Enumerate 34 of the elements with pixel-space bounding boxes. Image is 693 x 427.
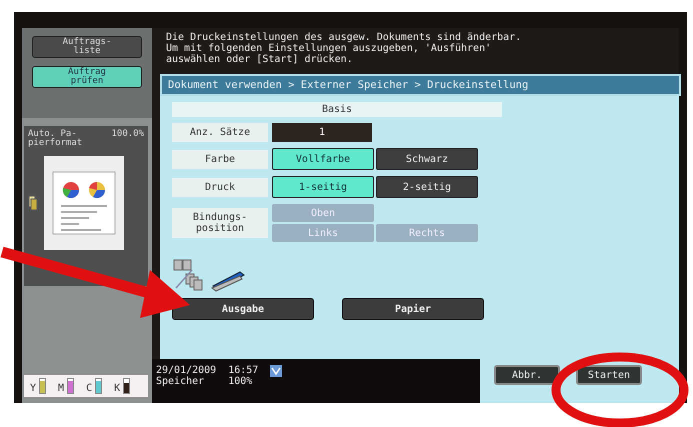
toner-label: M (58, 383, 64, 394)
toner-gauge (123, 378, 130, 394)
value-field[interactable]: 1 (272, 123, 372, 142)
document-icon (28, 195, 38, 211)
paper-format-label: Auto. Pa-pierformat (28, 130, 84, 148)
toner-label: K (114, 383, 120, 394)
toner-label: C (86, 383, 92, 394)
job-button[interactable]: Auftrag prüfen (32, 66, 142, 88)
instruction-message: Die Druckeinstellungen des ausgew. Dokuments sind änderbar. Um mit folgenden Einstellungen auszugeben, 'Ausführen' auswählen oder [Start] drücken. (165, 31, 522, 67)
date-text: 29/01/2009 (156, 365, 216, 376)
option-button[interactable]: Vollfarbe (272, 148, 374, 170)
action-button[interactable]: Starten (576, 365, 642, 385)
setting-label: Anz. Sätze (172, 123, 268, 142)
setting-label: Druck (172, 178, 268, 196)
zoom-value: 100.0% (111, 130, 144, 141)
toner-gauge (39, 378, 46, 394)
option-button[interactable]: 1-seitig (272, 176, 374, 198)
menu-button[interactable]: Papier (342, 298, 484, 320)
job-button[interactable]: Auftrags-liste (32, 36, 142, 58)
toner-label: Y (30, 383, 36, 394)
section-title: Basis (172, 102, 502, 117)
setting-label: Bindungs-position (172, 208, 268, 238)
setting-label: Farbe (172, 150, 268, 168)
option-button[interactable]: 2-seitig (376, 176, 478, 198)
time-text: 16:57 (228, 365, 258, 376)
breadcrumb-bar: Dokument verwenden > Externer Speicher > Druckeinstellung (160, 74, 681, 96)
menu-button[interactable]: Ausgabe (172, 298, 314, 320)
memory-label: Speicher (156, 376, 206, 387)
network-icon (270, 365, 282, 377)
memory-value: 100% (228, 376, 254, 387)
action-button[interactable]: Abbr. (494, 365, 560, 385)
option-button[interactable]: Schwarz (376, 148, 478, 170)
toner-gauge (67, 378, 74, 394)
toner-gauge (95, 378, 102, 394)
